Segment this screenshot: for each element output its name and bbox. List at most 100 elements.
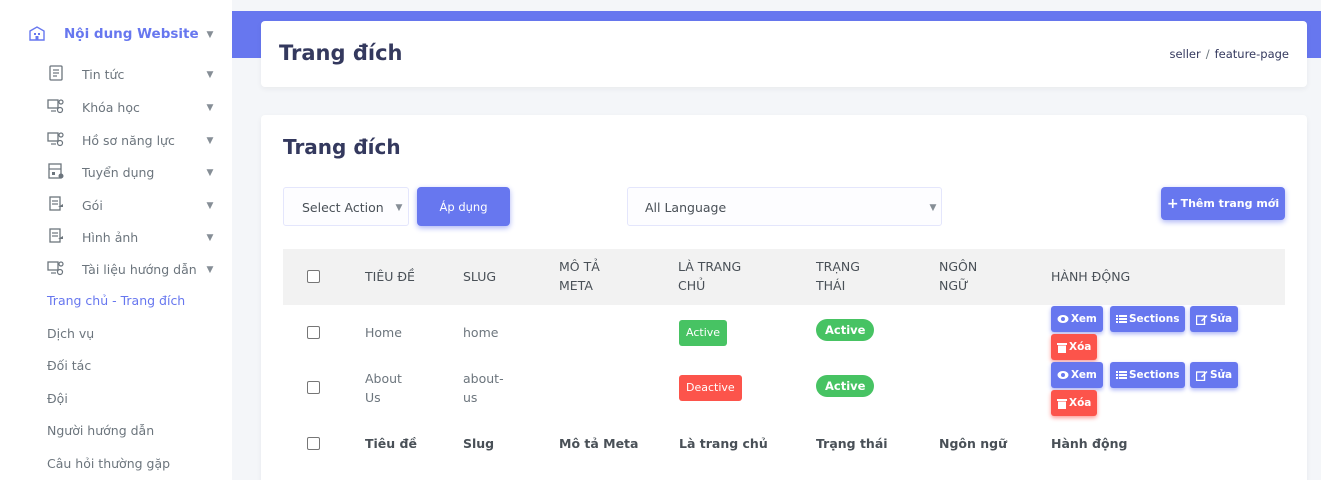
view-label: Xem xyxy=(1071,313,1097,325)
network-icon xyxy=(47,99,64,114)
sidebar-item-website-content[interactable]: Nội dung Website ▼ xyxy=(0,18,232,52)
list-icon xyxy=(1116,371,1127,379)
column-header-meta: Mô tả meta xyxy=(559,259,600,293)
network-icon xyxy=(47,261,64,276)
edit-icon xyxy=(1196,370,1208,381)
breadcrumb: seller / feature-page xyxy=(1169,47,1289,61)
homepage-badge[interactable]: Active xyxy=(679,320,728,346)
language-value: All Language xyxy=(645,200,727,215)
sidebar-item-label: Nội dung Website xyxy=(64,26,199,42)
clipboard-icon xyxy=(49,228,63,243)
row-slug: about-us xyxy=(463,371,504,405)
sections-label: Sections xyxy=(1129,369,1180,381)
chevron-down-icon: ▼ xyxy=(206,103,214,113)
sidebar-item-label: Tài liệu hướng dẫn xyxy=(82,262,197,277)
sidebar-link-services[interactable]: Dịch vụ xyxy=(47,326,232,350)
view-button[interactable]: Xem xyxy=(1051,362,1103,388)
sidebar-item-news[interactable]: Tin tức ▼ xyxy=(0,58,232,90)
column-header-home: Là trang chủ xyxy=(678,259,742,293)
sidebar-item-label: Tin tức xyxy=(82,67,125,82)
delete-button[interactable]: Xóa xyxy=(1051,390,1098,416)
sidebar-item-label: Khóa học xyxy=(82,100,140,115)
sidebar-item-guides[interactable]: Tài liệu hướng dẫn ▼ xyxy=(0,253,232,285)
sidebar-item-label: Gói xyxy=(82,198,103,213)
edit-button[interactable]: Sửa xyxy=(1190,306,1239,332)
row-title: About Us xyxy=(365,371,402,405)
chevron-down-icon: ▼ xyxy=(206,265,214,275)
homepage-badge[interactable]: Deactive xyxy=(679,375,742,401)
select-all-checkbox[interactable] xyxy=(307,270,320,283)
breadcrumb-item-seller[interactable]: seller xyxy=(1169,47,1200,61)
row-title: Home xyxy=(365,325,402,340)
delete-label: Xóa xyxy=(1069,341,1092,353)
edit-label: Sửa xyxy=(1210,369,1233,381)
chevron-down-icon: ▼ xyxy=(206,136,214,146)
footer-status: Trạng thái xyxy=(816,436,888,451)
column-header-status: Trạng thái xyxy=(816,259,860,293)
sidebar-link-partners[interactable]: Đối tác xyxy=(47,358,232,382)
chevron-down-icon: ▼ xyxy=(206,30,214,40)
edit-icon xyxy=(1196,314,1208,325)
landing-pages-card: Trang đích Select Action ▼ Áp dụng All L… xyxy=(261,115,1307,480)
language-select[interactable]: All Language ▼ xyxy=(627,187,942,226)
trash-icon xyxy=(1057,398,1067,409)
footer-actions: Hành động xyxy=(1051,436,1128,451)
row-checkbox[interactable] xyxy=(307,326,320,339)
status-badge[interactable]: Active xyxy=(816,375,875,397)
row-checkbox[interactable] xyxy=(307,381,320,394)
footer-language: Ngôn ngữ xyxy=(939,436,1007,451)
section-header: Trang đích seller / feature-page xyxy=(261,21,1307,87)
status-badge[interactable]: Active xyxy=(816,319,875,341)
add-page-button[interactable]: + Thêm trang mới xyxy=(1161,187,1285,220)
sidebar-item-packages[interactable]: Gói ▼ xyxy=(0,189,232,221)
column-header-language: Ngôn ngữ xyxy=(939,259,978,293)
table-header: Tiêu đề Slug Mô tả meta Là trang chủ Trạng… xyxy=(283,249,1285,305)
sidebar-item-recruitment[interactable]: Tuyển dụng ▼ xyxy=(0,156,232,188)
footer-home: Là trang chủ xyxy=(679,436,768,451)
sidebar-item-label: Hồ sơ năng lực xyxy=(82,133,175,148)
sidebar-link-faq[interactable]: Câu hỏi thường gặp xyxy=(47,456,232,480)
eye-icon xyxy=(1057,315,1069,323)
column-header-title: Tiêu đề xyxy=(365,269,415,284)
sections-label: Sections xyxy=(1129,313,1180,325)
sidebar-item-profile[interactable]: Hồ sơ năng lực ▼ xyxy=(0,124,232,156)
edit-button[interactable]: Sửa xyxy=(1190,362,1239,388)
delete-button[interactable]: Xóa xyxy=(1051,334,1098,360)
plus-icon: + xyxy=(1166,195,1179,212)
bulk-action-select[interactable]: Select Action ▼ xyxy=(283,187,409,226)
row-slug: home xyxy=(463,325,499,340)
apply-button[interactable]: Áp dụng xyxy=(417,187,510,226)
select-all-footer-checkbox[interactable] xyxy=(307,437,320,450)
add-page-label: Thêm trang mới xyxy=(1180,197,1280,210)
bulk-action-value: Select Action xyxy=(302,200,384,215)
eye-icon xyxy=(1057,371,1069,379)
document-icon xyxy=(49,65,63,81)
store-icon xyxy=(48,163,64,179)
sidebar-item-label: Tuyển dụng xyxy=(82,165,155,180)
breadcrumb-item-feature-page: feature-page xyxy=(1214,47,1289,61)
sections-button[interactable]: Sections xyxy=(1110,306,1186,332)
sidebar-item-courses[interactable]: Khóa học ▼ xyxy=(0,91,232,123)
chevron-down-icon: ▼ xyxy=(929,203,937,213)
chevron-down-icon: ▼ xyxy=(206,168,214,178)
sidebar-link-team[interactable]: Đội xyxy=(47,391,232,415)
sidebar-link-mentors[interactable]: Người hướng dẫn xyxy=(47,423,232,447)
view-button[interactable]: Xem xyxy=(1051,306,1103,332)
sidebar: Nội dung Website ▼ Tin tức ▼ Khóa học ▼ … xyxy=(0,0,232,480)
sidebar-item-label: Hình ảnh xyxy=(82,230,139,245)
footer-title: Tiêu đề xyxy=(365,436,417,451)
footer-slug: Slug xyxy=(463,436,495,451)
delete-label: Xóa xyxy=(1069,397,1092,409)
card-title: Trang đích xyxy=(283,135,401,159)
list-icon xyxy=(1116,315,1127,323)
sidebar-item-images[interactable]: Hình ảnh ▼ xyxy=(0,221,232,253)
edit-label: Sửa xyxy=(1210,313,1233,325)
page-title: Trang đích xyxy=(279,41,403,65)
sections-button[interactable]: Sections xyxy=(1110,362,1186,388)
view-label: Xem xyxy=(1071,369,1097,381)
sidebar-link-landing[interactable]: Trang chủ - Trang đích xyxy=(47,293,232,317)
footer-meta: Mô tả Meta xyxy=(559,436,639,451)
chevron-down-icon: ▼ xyxy=(395,203,403,213)
column-header-actions: Hành động xyxy=(1051,269,1131,284)
column-header-slug: Slug xyxy=(463,269,497,284)
